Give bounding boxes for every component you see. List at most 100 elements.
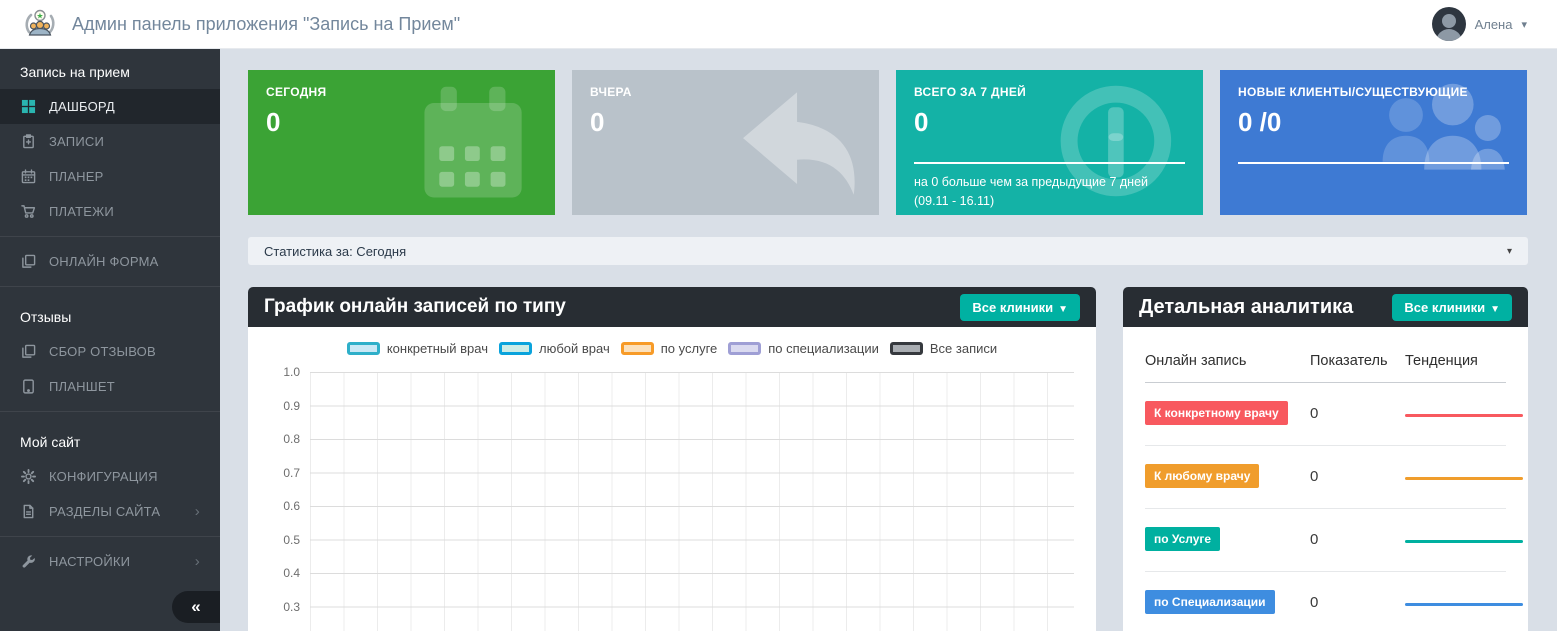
sidebar-divider bbox=[0, 286, 220, 287]
trend-line bbox=[1405, 603, 1523, 606]
sidebar-item-label: РАЗДЕЛЫ САЙТА bbox=[49, 504, 161, 519]
chevron-right-icon: › bbox=[194, 553, 200, 570]
stat-card: СЕГОДНЯ 0 bbox=[248, 70, 555, 215]
legend-label: Все записи bbox=[929, 341, 998, 356]
stat-card-label: НОВЫЕ КЛИЕНТЫ/СУЩЕСТВУЮЩИЕ bbox=[1238, 85, 1468, 99]
legend-swatch bbox=[620, 342, 654, 355]
status-badge: К любому врачу bbox=[1145, 464, 1260, 488]
legend-swatch bbox=[346, 342, 380, 355]
sidebar-section-header: Отзывы bbox=[20, 309, 72, 325]
sidebar-item-label: СБОР ОТЗЫВОВ bbox=[49, 344, 156, 359]
column-header: Показатель bbox=[1310, 353, 1388, 369]
sidebar-section-header: Запись на прием bbox=[20, 64, 130, 80]
stat-card-value: 0 bbox=[914, 107, 929, 137]
chart-panel-title: График онлайн записей по типу bbox=[264, 296, 566, 317]
y-axis-tick-label: 0.6 bbox=[283, 499, 300, 513]
dashboard-grid-icon bbox=[20, 99, 36, 115]
table-row: К конкретному врачу 0 bbox=[1145, 383, 1523, 446]
legend-swatch bbox=[889, 342, 923, 355]
legend-item[interactable]: любой врач bbox=[499, 341, 610, 356]
y-axis-tick-label: 0.7 bbox=[283, 465, 300, 480]
legend-label: по услуге bbox=[660, 341, 718, 356]
analytics-panel-title: Детальная аналитика bbox=[1139, 295, 1354, 318]
analytics-panel: Детальная аналитика Все клиники ▼ Онлайн … bbox=[1123, 287, 1528, 631]
collapse-icon: « bbox=[191, 597, 201, 616]
legend-item[interactable]: по специализации bbox=[728, 341, 879, 356]
legend-label: по специализации bbox=[768, 341, 879, 356]
chevron-down-icon: ▼ bbox=[1058, 303, 1068, 315]
metric-value: 0 bbox=[1310, 530, 1319, 548]
tablet-icon bbox=[20, 379, 36, 395]
main-content: СЕГОДНЯ 0 ВЧЕРА 0 ВСЕГО ЗА 7 ДНЕЙ 0 на 0 больш… bbox=[220, 49, 1557, 631]
metric-value: 0 bbox=[1310, 404, 1319, 422]
status-badge: по Специализации bbox=[1145, 590, 1275, 614]
page-title: Админ панель приложения "Запись на Прием… bbox=[72, 13, 461, 34]
table-row: по Специализации 0 bbox=[1145, 572, 1523, 631]
y-axis-tick-label: 0.5 bbox=[283, 532, 300, 547]
copy-icon bbox=[20, 344, 36, 360]
analytics-rows: К конкретному врачу 0 К любому врачу 0 по Ус… bbox=[1145, 383, 1523, 631]
legend-swatch bbox=[499, 342, 532, 355]
table-row: по Услуге 0 bbox=[1145, 509, 1523, 572]
sidebar-item-clipboard[interactable]: ЗАПИСИ bbox=[0, 124, 220, 159]
avatar[interactable] bbox=[1431, 7, 1466, 41]
y-axis-tick-label: 0.8 bbox=[283, 432, 300, 446]
calendar-icon bbox=[20, 169, 36, 185]
sidebar-item-calendar[interactable]: ПЛАНЕР bbox=[0, 159, 220, 194]
sidebar-item-label: КОНФИГУРАЦИЯ bbox=[49, 469, 158, 484]
sidebar-item-cart[interactable]: ПЛАТЕЖИ bbox=[0, 194, 220, 229]
stat-card: НОВЫЕ КЛИЕНТЫ/СУЩЕСТВУЮЩИЕ 0 /0 bbox=[1220, 70, 1527, 215]
stat-card-value: 0 bbox=[266, 107, 281, 137]
trend-line bbox=[1405, 414, 1523, 417]
sidebar-item-copy[interactable]: ОНЛАЙН ФОРМА bbox=[0, 244, 220, 279]
status-badge: по Услуге bbox=[1145, 527, 1221, 551]
sidebar-item-label: ДАШБОРД bbox=[49, 99, 115, 114]
status-badge: К конкретному врачу bbox=[1145, 401, 1288, 425]
chart-plot-area bbox=[310, 372, 1074, 631]
metric-value: 0 bbox=[1310, 593, 1319, 611]
analytics-table: Онлайн запись Показатель Тенденция К кон… bbox=[1123, 327, 1528, 631]
legend-swatch bbox=[728, 342, 762, 355]
stat-card: ВЧЕРА 0 bbox=[572, 70, 879, 215]
chart-panel-header: График онлайн записей по типу Все клиник… bbox=[248, 287, 1096, 327]
clinics-filter-label: Все клиники bbox=[1404, 299, 1486, 315]
user-name: Алена bbox=[1474, 16, 1513, 32]
y-axis-tick-label: 1.0 bbox=[283, 365, 300, 379]
file-icon bbox=[20, 504, 36, 520]
column-header: Онлайн запись bbox=[1145, 353, 1247, 369]
stat-card-value: 0 /0 bbox=[1238, 107, 1282, 137]
metric-value: 0 bbox=[1310, 467, 1319, 485]
sidebar-item-label: НАСТРОЙКИ bbox=[49, 554, 131, 569]
user-menu[interactable]: Алена ▾ bbox=[1431, 7, 1527, 41]
stat-card-value: 0 bbox=[590, 107, 605, 137]
sidebar-section-header: Мой сайт bbox=[20, 434, 81, 450]
sidebar-divider bbox=[0, 236, 220, 237]
stat-card-label: СЕГОДНЯ bbox=[266, 85, 327, 99]
analytics-panel-header: Детальная аналитика Все клиники ▼ bbox=[1123, 287, 1528, 327]
trend-line bbox=[1405, 477, 1523, 480]
stat-card-label: ВЧЕРА bbox=[590, 85, 632, 99]
legend-item[interactable]: по услуге bbox=[620, 341, 718, 356]
copy-icon bbox=[20, 254, 36, 270]
clinics-filter-button[interactable]: Все клиники ▼ bbox=[960, 293, 1080, 321]
sidebar-item-dashboard-grid[interactable]: ДАШБОРД bbox=[0, 89, 220, 124]
sidebar-item-wrench[interactable]: НАСТРОЙКИ › bbox=[0, 544, 220, 579]
stats-period-bar[interactable]: Статистика за: Сегодня ▾ bbox=[248, 237, 1528, 265]
sidebar-divider bbox=[0, 536, 220, 537]
legend-item[interactable]: Все записи bbox=[889, 341, 998, 356]
chevron-down-icon: ▼ bbox=[1490, 303, 1500, 315]
chart-legend: конкретный врач любой врач по услуге по спе… bbox=[248, 341, 1096, 356]
sidebar-item-file[interactable]: РАЗДЕЛЫ САЙТА › bbox=[0, 494, 220, 529]
sidebar-divider bbox=[0, 411, 220, 412]
sidebar-item-tablet[interactable]: ПЛАНШЕТ bbox=[0, 369, 220, 404]
clinics-filter-button[interactable]: Все клиники ▼ bbox=[1392, 293, 1512, 321]
sidebar-collapse-button[interactable]: « bbox=[172, 591, 220, 623]
trend-line bbox=[1405, 540, 1523, 543]
stat-card-note: на 0 больше чем за предыдущие 7 дней (09… bbox=[914, 175, 1149, 208]
sidebar-item-gear[interactable]: КОНФИГУРАЦИЯ bbox=[0, 459, 220, 494]
legend-item[interactable]: конкретный врач bbox=[346, 341, 488, 356]
y-axis-tick-label: 0.9 bbox=[283, 398, 300, 413]
sidebar-item-copy[interactable]: СБОР ОТЗЫВОВ bbox=[0, 334, 220, 369]
dropdown-caret-icon: ▾ bbox=[1506, 245, 1512, 257]
stats-period-label: Статистика за: Сегодня bbox=[264, 243, 407, 259]
